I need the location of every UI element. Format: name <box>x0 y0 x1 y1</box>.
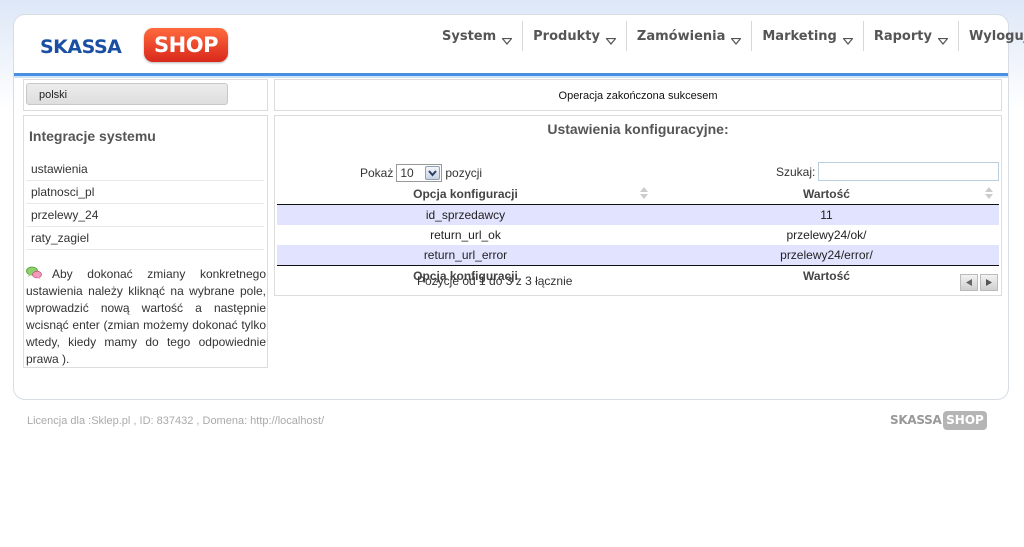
table-row[interactable]: return_url_ok przelewy24/ok/ <box>277 225 999 245</box>
skassa-shop-logo[interactable]: SKASSA SHOP <box>40 27 230 65</box>
nav-label: Produkty <box>533 28 600 44</box>
success-message-text: Operacja zakończona sukcesem <box>558 90 718 102</box>
logo-text-left: SKASSA <box>40 36 122 58</box>
language-select[interactable]: polski <box>26 83 228 105</box>
nav-wyloguj[interactable]: Wyloguj <box>959 21 1024 51</box>
nav-marketing[interactable]: Marketing <box>752 21 864 51</box>
value-cell[interactable]: przelewy24/ok/ <box>654 225 999 245</box>
language-panel: polski <box>23 79 268 111</box>
sidebar-item-ustawienia[interactable]: ustawienia <box>26 158 264 181</box>
logo-text-right: SHOP <box>144 28 228 62</box>
chevron-down-icon <box>842 34 854 45</box>
table-info: Pozycje od 1 do 3 z 3 łącznie <box>417 274 573 288</box>
sidebar-item-przelewy-24[interactable]: przelewy_24 <box>26 204 264 227</box>
arrow-right-icon <box>986 279 992 286</box>
footer-logo-left: SKASSA <box>890 413 942 427</box>
sidebar-title: Integracje systemu <box>29 128 156 144</box>
speech-bubbles-icon <box>26 266 42 280</box>
value-cell[interactable]: przelewy24/error/ <box>654 245 999 266</box>
config-panel: Ustawienia konfiguracyjne: Pokaż 10 pozy… <box>274 115 1002 296</box>
sidebar-item-raty-zagiel[interactable]: raty_zagiel <box>26 227 264 250</box>
pagination <box>958 274 998 291</box>
chevron-down-icon <box>501 34 513 45</box>
help-text: Aby dokonać zmiany konkretnego ustawieni… <box>26 267 266 366</box>
search-label: Szukaj: <box>776 164 816 179</box>
chevron-down-icon <box>605 34 617 45</box>
nav-label: Wyloguj <box>968 28 1024 44</box>
page-length-value: 10 <box>400 166 414 180</box>
nav-zamowienia[interactable]: Zamówienia <box>627 21 753 51</box>
next-page-button[interactable] <box>980 274 998 291</box>
option-cell: return_url_error <box>277 245 654 266</box>
sidebar-item-platnosci-pl[interactable]: platnosci_pl <box>26 181 264 204</box>
main-frame: SKASSA SHOP System Produkty Zamówienia Mark… <box>13 14 1024 400</box>
column-header-value-label: Wartość <box>803 187 850 201</box>
nav-label: Raporty <box>873 28 932 44</box>
header-divider-shadow <box>14 76 1008 78</box>
search-control: Szukaj: <box>776 162 1000 181</box>
footer-logo-right: SHOP <box>943 411 987 430</box>
config-table: Opcja konfiguracji Wartość id_sprzedawcy… <box>277 184 999 286</box>
sort-icon <box>985 187 993 199</box>
table-row[interactable]: id_sprzedawcy 11 <box>277 204 999 225</box>
value-cell[interactable]: 11 <box>654 204 999 225</box>
chevron-down-icon <box>730 34 743 45</box>
sidebar-list: ustawienia platnosci_pl przelewy_24 raty… <box>26 158 264 250</box>
option-cell: return_url_ok <box>430 228 501 242</box>
column-header-option-label: Opcja konfiguracji <box>413 187 518 201</box>
nav-label: Marketing <box>762 28 837 44</box>
nav-label: System <box>442 28 497 44</box>
page-length-select[interactable]: 10 <box>396 164 443 182</box>
nav-raporty[interactable]: Raporty <box>864 21 959 51</box>
main-nav: System Produkty Zamówienia Marketing Raporty… <box>432 21 1024 51</box>
page-length-control: Pokaż 10 pozycji <box>360 163 482 183</box>
table-row[interactable]: return_url_error przelewy24/error/ <box>277 245 999 266</box>
column-header-value[interactable]: Wartość <box>654 184 999 205</box>
config-title: Ustawienia konfiguracyjne: <box>547 121 729 137</box>
license-info: Licencja dla :Sklep.pl , ID: 837432 , Do… <box>27 415 325 427</box>
arrow-left-icon <box>966 279 972 286</box>
chevron-down-icon <box>937 34 949 45</box>
nav-label: Zamówienia <box>636 28 726 44</box>
option-cell: id_sprzedawcy <box>277 204 654 225</box>
footer-column-value: Wartość <box>654 265 999 286</box>
nav-produkty[interactable]: Produkty <box>523 21 627 51</box>
sort-icon <box>640 187 648 199</box>
footer-logo: SKASSA SHOP <box>890 411 990 431</box>
previous-page-button[interactable] <box>960 274 978 291</box>
help-note: Aby dokonać zmiany konkretnego ustawieni… <box>26 266 266 368</box>
entries-label: pozycji <box>445 166 483 180</box>
show-label: Pokaż <box>360 166 394 180</box>
nav-system[interactable]: System <box>432 21 524 51</box>
sidebar-integrations: Integracje systemu ustawienia platnosci_… <box>23 115 268 368</box>
chevron-down-icon[interactable] <box>425 166 441 180</box>
success-message: Operacja zakończona sukcesem <box>274 79 1002 111</box>
column-header-option[interactable]: Opcja konfiguracji <box>277 184 654 205</box>
search-input[interactable] <box>818 162 1000 181</box>
